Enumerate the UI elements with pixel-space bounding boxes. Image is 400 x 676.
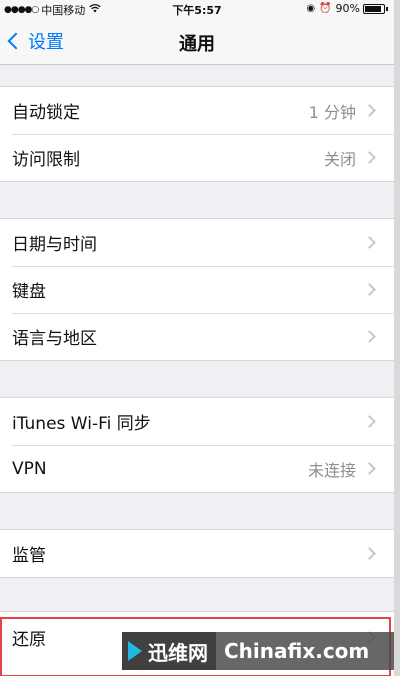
battery-tip: [386, 6, 388, 11]
status-right: ◉ ⏰ 90%: [306, 2, 388, 15]
row-device-management[interactable]: 监管: [0, 530, 394, 577]
page-title: 通用: [179, 34, 215, 55]
chevron-right-icon: [363, 415, 376, 428]
row-value: 1 分钟: [308, 102, 356, 122]
row-label: 语言与地区: [12, 329, 97, 349]
watermark-cn: 迅维网: [148, 640, 208, 665]
row-value: 关闭: [323, 149, 356, 169]
battery-icon: [363, 3, 385, 14]
watermark-en: Chinafix.com: [216, 632, 394, 670]
chevron-right-icon: [363, 283, 376, 296]
battery-fill: [365, 5, 382, 12]
status-bar: ●●●●○ 中国移动 下午5:57 ◉ ⏰ 90%: [0, 0, 394, 18]
row-label: 监管: [12, 546, 46, 566]
row-label: 键盘: [12, 282, 46, 302]
chevron-right-icon: [363, 462, 376, 475]
alarm-icon: ⏰: [319, 3, 332, 14]
row-date-time[interactable]: 日期与时间: [0, 219, 394, 266]
watermark-logo: 迅维网: [122, 632, 216, 670]
settings-group: 日期与时间 键盘 语言与地区: [0, 218, 394, 361]
screen-edge: [394, 0, 400, 676]
play-arrow-icon: [128, 641, 142, 661]
row-vpn[interactable]: VPN 未连接: [0, 445, 394, 492]
screen: ●●●●○ 中国移动 下午5:57 ◉ ⏰ 90% 设置 通用 自动锁定 1 分…: [0, 0, 394, 676]
chevron-right-icon: [363, 151, 376, 164]
battery-percent: 90%: [335, 2, 360, 15]
row-label: iTunes Wi-Fi 同步: [12, 414, 151, 434]
row-language-region[interactable]: 语言与地区: [0, 313, 394, 360]
row-keyboard[interactable]: 键盘: [0, 266, 394, 313]
row-label: 访问限制: [12, 150, 80, 170]
rotation-lock-icon: ◉: [306, 3, 316, 14]
row-auto-lock[interactable]: 自动锁定 1 分钟: [0, 87, 394, 134]
row-value: 未连接: [307, 460, 356, 480]
chevron-right-icon: [363, 104, 376, 117]
chevron-right-icon: [363, 547, 376, 560]
chevron-right-icon: [363, 330, 376, 343]
chevron-right-icon: [363, 236, 376, 249]
row-label: 日期与时间: [12, 235, 97, 255]
row-itunes-wifi-sync[interactable]: iTunes Wi-Fi 同步: [0, 398, 394, 445]
row-label: 自动锁定: [12, 103, 80, 123]
settings-group: 自动锁定 1 分钟 访问限制 关闭: [0, 86, 394, 182]
row-label: VPN: [12, 458, 47, 479]
row-restrictions[interactable]: 访问限制 关闭: [0, 134, 394, 181]
settings-group: 监管: [0, 529, 394, 578]
navigation-bar: 设置 通用: [0, 18, 394, 65]
settings-group: iTunes Wi-Fi 同步 VPN 未连接: [0, 397, 394, 493]
watermark: 迅维网 Chinafix.com: [122, 632, 394, 670]
